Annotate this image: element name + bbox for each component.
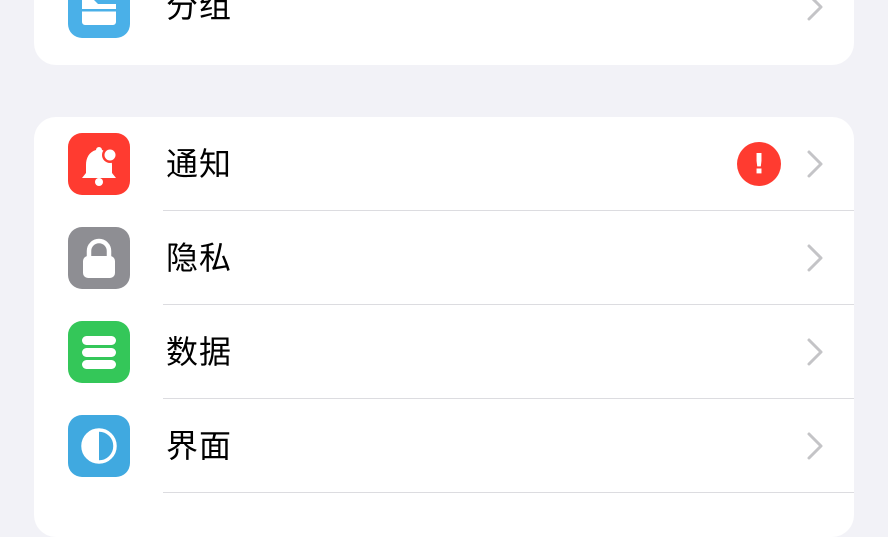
folder-icon — [68, 0, 130, 38]
chevron-right-icon — [807, 338, 823, 366]
settings-row-interface-label: 界面 — [166, 427, 233, 465]
settings-group-top: 分组 — [34, 0, 854, 65]
settings-group-main: 通知 ! 隐私 数据 界面 — [34, 117, 854, 537]
row-separator — [163, 492, 854, 493]
database-icon-layer-2 — [82, 348, 116, 357]
settings-row-data-label: 数据 — [166, 333, 233, 371]
chevron-right-icon — [807, 244, 823, 272]
folder-icon-line — [82, 9, 116, 12]
chevron-right-icon — [807, 0, 823, 21]
settings-row-notifications-label: 通知 — [166, 145, 233, 183]
database-icon — [68, 321, 130, 383]
settings-row-privacy-label: 隐私 — [166, 239, 233, 277]
half-circle-icon — [68, 415, 130, 477]
settings-row-interface[interactable]: 界面 — [34, 399, 854, 493]
settings-row-data[interactable]: 数据 — [34, 305, 854, 399]
database-icon-layer-1 — [82, 336, 116, 345]
settings-row-groups[interactable]: 分组 — [34, 0, 854, 58]
bell-icon — [68, 133, 130, 195]
chevron-right-icon — [807, 432, 823, 460]
lock-icon-body — [83, 256, 115, 278]
settings-row-groups-label: 分组 — [166, 0, 233, 25]
chevron-right-icon — [807, 150, 823, 178]
settings-row-privacy[interactable]: 隐私 — [34, 211, 854, 305]
settings-row-notifications[interactable]: 通知 ! — [34, 117, 854, 211]
bell-icon-clapper — [95, 178, 103, 186]
lock-icon — [68, 227, 130, 289]
alert-badge: ! — [737, 142, 781, 186]
database-icon-layer-3 — [82, 360, 116, 369]
bell-icon-dot-inner — [104, 149, 116, 161]
